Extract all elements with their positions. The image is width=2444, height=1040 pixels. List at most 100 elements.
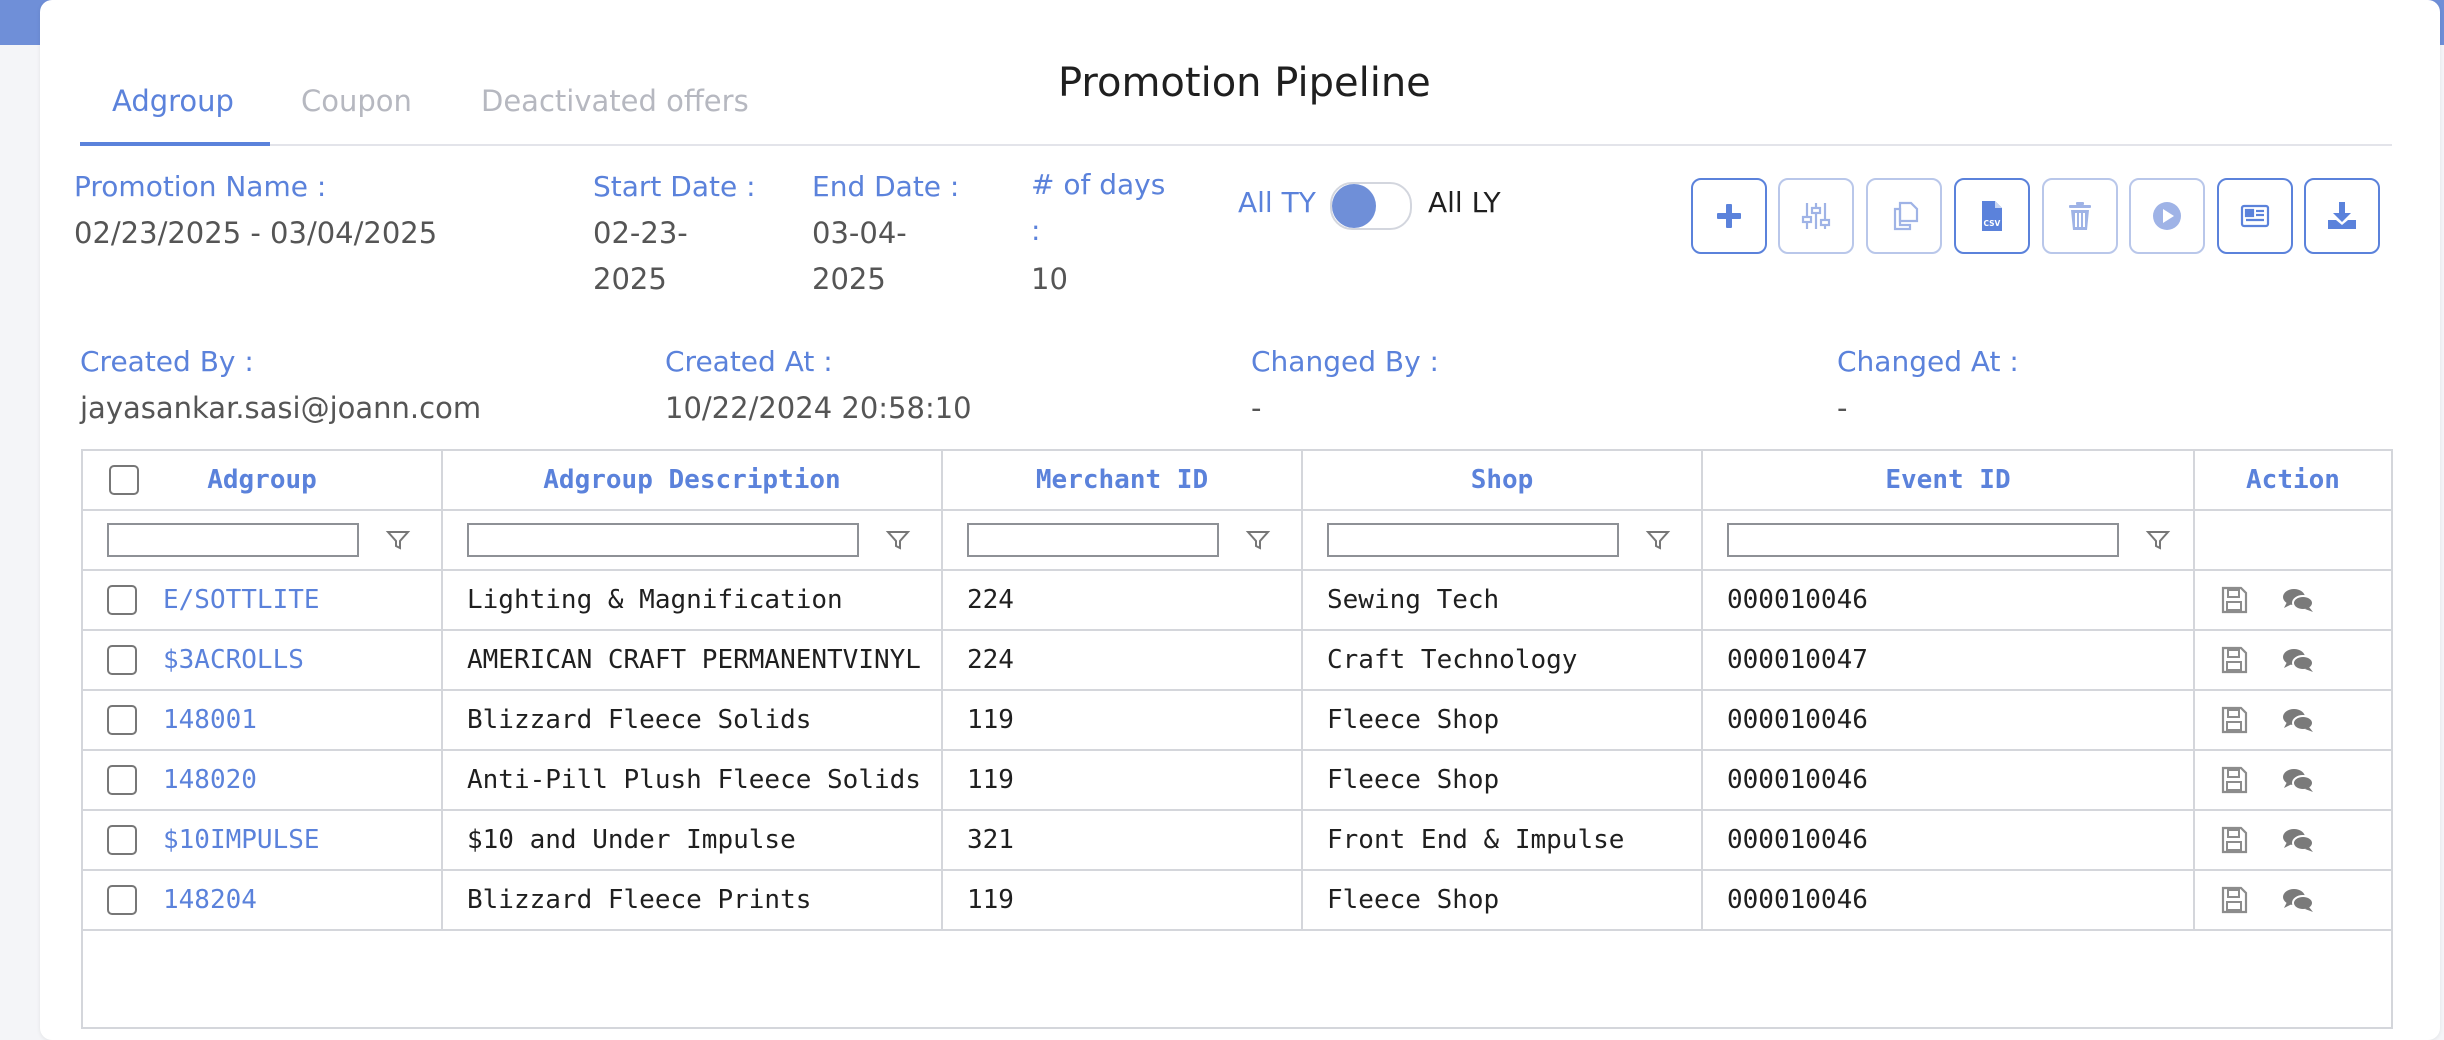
promotion-name-label: Promotion Name : [74, 170, 327, 203]
table-row[interactable]: 148204 Blizzard Fleece Prints 119 Fleece Sh… [83, 871, 2391, 931]
comments-icon[interactable] [2281, 705, 2315, 735]
row-checkbox[interactable] [107, 585, 137, 615]
comments-icon[interactable] [2281, 585, 2315, 615]
download-icon [2328, 202, 2356, 229]
row-checkbox[interactable] [107, 765, 137, 795]
header-description[interactable]: Adgroup Description [443, 451, 943, 509]
filter-input-merchant-id[interactable] [967, 523, 1219, 557]
toggle-label-all-ty[interactable]: All TY [1238, 186, 1316, 219]
cell-adgroup[interactable]: 148204 [83, 871, 443, 929]
run-button[interactable] [2129, 178, 2205, 254]
filter-input-shop[interactable] [1327, 523, 1619, 557]
cell-adgroup[interactable]: 148001 [83, 691, 443, 749]
cell-event-id-text: 000010046 [1727, 585, 1868, 615]
cell-merchant-id-text: 321 [967, 825, 1014, 855]
cell-merchant-id-text: 119 [967, 705, 1014, 735]
save-icon[interactable] [2219, 765, 2249, 795]
cell-merchant-id: 119 [943, 691, 1303, 749]
header-event-id[interactable]: Event ID [1703, 451, 2195, 509]
cell-description-text: Anti-Pill Plush Fleece Solids [467, 765, 921, 795]
toggle-knob [1332, 184, 1376, 228]
filter-input-description[interactable] [467, 523, 859, 557]
comments-icon[interactable] [2281, 885, 2315, 915]
cell-adgroup[interactable]: $3ACROLLS [83, 631, 443, 689]
filter-icon[interactable] [1645, 527, 1671, 553]
changed-at-label: Changed At : [1837, 345, 2019, 378]
row-checkbox[interactable] [107, 885, 137, 915]
ty-ly-toggle[interactable] [1330, 182, 1412, 230]
svg-text:CSV: CSV [1984, 219, 2001, 228]
filter-icon[interactable] [385, 527, 411, 553]
changed-by-label: Changed By : [1251, 345, 1439, 378]
toggle-label-all-ly[interactable]: All LY [1428, 186, 1501, 219]
tab-coupon[interactable]: Coupon [301, 84, 412, 118]
cell-event-id: 000010046 [1703, 751, 2195, 809]
cell-merchant-id-text: 224 [967, 645, 1014, 675]
comments-icon[interactable] [2281, 645, 2315, 675]
export-csv-button[interactable]: CSV [1954, 178, 2030, 254]
cell-action [2195, 631, 2391, 689]
cell-event-id: 000010046 [1703, 871, 2195, 929]
header-merchant-id[interactable]: Merchant ID [943, 451, 1303, 509]
changed-at-value: - [1837, 391, 1848, 425]
select-all-checkbox[interactable] [109, 465, 139, 495]
save-icon[interactable] [2219, 585, 2249, 615]
cell-event-id-text: 000010047 [1727, 645, 1868, 675]
row-checkbox[interactable] [107, 645, 137, 675]
created-at-value: 10/22/2024 20:58:10 [665, 391, 972, 425]
cell-merchant-id: 224 [943, 631, 1303, 689]
cell-shop-text: Sewing Tech [1327, 585, 1500, 615]
cell-shop: Fleece Shop [1303, 691, 1703, 749]
page-title: Promotion Pipeline [1058, 60, 1431, 106]
filter-input-event-id[interactable] [1727, 523, 2119, 557]
filter-cell-merchant-id [943, 511, 1303, 569]
filter-cell-event-id [1703, 511, 2195, 569]
filter-icon[interactable] [2145, 527, 2171, 553]
cell-action [2195, 811, 2391, 869]
copy-button[interactable] [1866, 178, 1942, 254]
tab-adgroup[interactable]: Adgroup [112, 84, 234, 118]
save-icon[interactable] [2219, 825, 2249, 855]
cell-shop: Fleece Shop [1303, 751, 1703, 809]
table-row[interactable]: E/SOTTLITE Lighting & Magnification 224 Sew… [83, 571, 2391, 631]
header-shop[interactable]: Shop [1303, 451, 1703, 509]
save-icon[interactable] [2219, 645, 2249, 675]
cell-adgroup[interactable]: 148020 [83, 751, 443, 809]
comments-icon[interactable] [2281, 825, 2315, 855]
cell-event-id: 000010046 [1703, 811, 2195, 869]
cell-description: AMERICAN CRAFT PERMANENTVINYL [443, 631, 943, 689]
report-button[interactable] [2217, 178, 2293, 254]
active-tab-indicator [80, 142, 270, 146]
header-adgroup[interactable]: Adgroup [83, 451, 443, 509]
table-row[interactable]: $3ACROLLS AMERICAN CRAFT PERMANENTVINYL 22… [83, 631, 2391, 691]
delete-button[interactable] [2042, 178, 2118, 254]
cell-shop-text: Fleece Shop [1327, 885, 1500, 915]
cell-action [2195, 691, 2391, 749]
filter-icon[interactable] [885, 527, 911, 553]
row-checkbox[interactable] [107, 825, 137, 855]
cell-merchant-id: 321 [943, 811, 1303, 869]
add-button[interactable] [1691, 178, 1767, 254]
cell-event-id-text: 000010046 [1727, 765, 1868, 795]
table-row[interactable]: 148020 Anti-Pill Plush Fleece Solids 119 Fl… [83, 751, 2391, 811]
cell-description-text: Lighting & Magnification [467, 585, 843, 615]
cell-action [2195, 871, 2391, 929]
cell-adgroup[interactable]: $10IMPULSE [83, 811, 443, 869]
cell-adgroup[interactable]: E/SOTTLITE [83, 571, 443, 629]
cell-description-text: $10 and Under Impulse [467, 825, 796, 855]
filter-icon[interactable] [1245, 527, 1271, 553]
table-row[interactable]: 148001 Blizzard Fleece Solids 119 Fleece Sh… [83, 691, 2391, 751]
save-icon[interactable] [2219, 885, 2249, 915]
cell-shop: Sewing Tech [1303, 571, 1703, 629]
adjust-button[interactable] [1778, 178, 1854, 254]
row-checkbox[interactable] [107, 705, 137, 735]
save-icon[interactable] [2219, 705, 2249, 735]
cell-shop: Fleece Shop [1303, 871, 1703, 929]
filter-input-adgroup[interactable] [107, 523, 359, 557]
filter-cell-shop [1303, 511, 1703, 569]
table-row[interactable]: $10IMPULSE $10 and Under Impulse 321 Front … [83, 811, 2391, 871]
download-button[interactable] [2304, 178, 2380, 254]
tab-deactivated-offers[interactable]: Deactivated offers [481, 84, 749, 118]
comments-icon[interactable] [2281, 765, 2315, 795]
newspaper-icon [2240, 204, 2270, 228]
